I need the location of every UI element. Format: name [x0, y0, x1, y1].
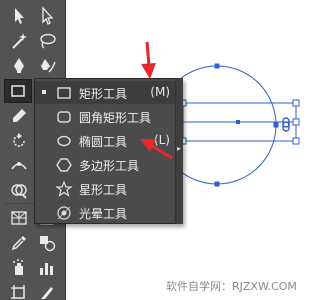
width-tool-icon [11, 162, 27, 170]
menu-item-rectangle-tool[interactable]: 矩形工具 (M) [35, 81, 182, 104]
anchor-point[interactable] [273, 122, 279, 128]
tearoff-arrow-icon: ▸ [177, 144, 182, 153]
star-icon [55, 180, 73, 198]
anchor-point[interactable] [214, 181, 220, 187]
menu-item-polygon-tool[interactable]: 多边形工具 [35, 153, 182, 176]
direct-selection-tool-icon [42, 6, 54, 25]
slice-tool-icon [41, 287, 53, 299]
symbol-sprayer-tool-icon [13, 259, 23, 275]
menu-item-shortcut: (M) [150, 85, 170, 99]
bounding-box-handle[interactable] [292, 118, 300, 126]
rectangle-tool[interactable] [4, 79, 32, 103]
lasso-tool-icon [40, 33, 56, 49]
rectangle-tool-icon [11, 85, 25, 97]
blend-tool-icon [40, 236, 56, 252]
menu-item-label: 椭圆工具 [79, 135, 128, 149]
rounded-rectangle-icon [55, 108, 73, 126]
artboard-tool[interactable] [6, 281, 32, 300]
lasso-tool[interactable] [34, 29, 60, 53]
artboard-tool-icon [11, 285, 25, 299]
pencil-tool-icon [13, 109, 26, 122]
curvature-tool[interactable] [34, 54, 60, 78]
pencil-tool[interactable] [6, 104, 32, 128]
menu-item-label: 星形工具 [79, 183, 128, 197]
column-graph-tool[interactable] [34, 256, 60, 280]
anchor-point[interactable] [214, 63, 220, 69]
shape-tools-flyout-menu: 矩形工具 (M) 圆角矩形工具 椭圆工具 (L) 多边形工具 星形工具 光晕工具 [34, 78, 183, 224]
curvature-tool-icon [41, 59, 56, 73]
slice-tool[interactable] [34, 281, 60, 300]
pen-tool-icon [14, 58, 24, 73]
bounding-box-handle[interactable] [292, 99, 300, 107]
eyedropper-tool-icon [11, 236, 26, 251]
magic-wand-tool[interactable] [6, 29, 32, 53]
symbol-sprayer-tool[interactable] [6, 256, 32, 280]
eyedropper-tool[interactable] [6, 231, 32, 255]
menu-item-star-tool[interactable]: 星形工具 [35, 177, 182, 200]
shape-builder-tool[interactable] [6, 179, 32, 203]
flare-icon [55, 204, 73, 222]
pen-tool[interactable] [6, 54, 32, 78]
flyout-tearoff-bar[interactable]: ▸ [175, 78, 183, 224]
menu-item-ellipse-tool[interactable]: 椭圆工具 (L) [35, 129, 182, 152]
menu-item-flare-tool[interactable]: 光晕工具 [35, 201, 182, 224]
rotate-tool[interactable] [6, 129, 32, 153]
center-point [236, 120, 240, 124]
rotate-tool-icon [13, 133, 25, 147]
blend-tool[interactable] [34, 231, 60, 255]
width-tool[interactable] [6, 154, 32, 178]
menu-item-label: 光晕工具 [79, 207, 128, 221]
column-graph-tool-icon [40, 263, 53, 275]
rectangle-icon [55, 84, 73, 102]
menu-item-label: 圆角矩形工具 [79, 111, 152, 125]
perspective-grid-tool[interactable] [6, 206, 32, 230]
menu-item-rounded-rectangle-tool[interactable]: 圆角矩形工具 [35, 105, 182, 128]
polygon-icon [55, 156, 73, 174]
menu-item-label: 多边形工具 [79, 159, 140, 173]
ellipse-icon [55, 132, 73, 150]
selected-indicator [42, 90, 46, 94]
selection-tool-icon [15, 8, 24, 24]
magic-wand-tool-icon [12, 33, 27, 49]
link-icon [282, 117, 290, 132]
selection-tool[interactable] [6, 4, 32, 28]
perspective-grid-tool-icon [11, 211, 27, 225]
menu-item-shortcut: (L) [153, 133, 170, 147]
watermark-text: 软件自学网：RJZXW.COM [166, 280, 297, 293]
shape-builder-tool-icon [11, 184, 27, 199]
direct-selection-tool[interactable] [34, 4, 60, 28]
menu-item-label: 矩形工具 [79, 87, 128, 101]
bounding-box-handle[interactable] [292, 137, 300, 145]
